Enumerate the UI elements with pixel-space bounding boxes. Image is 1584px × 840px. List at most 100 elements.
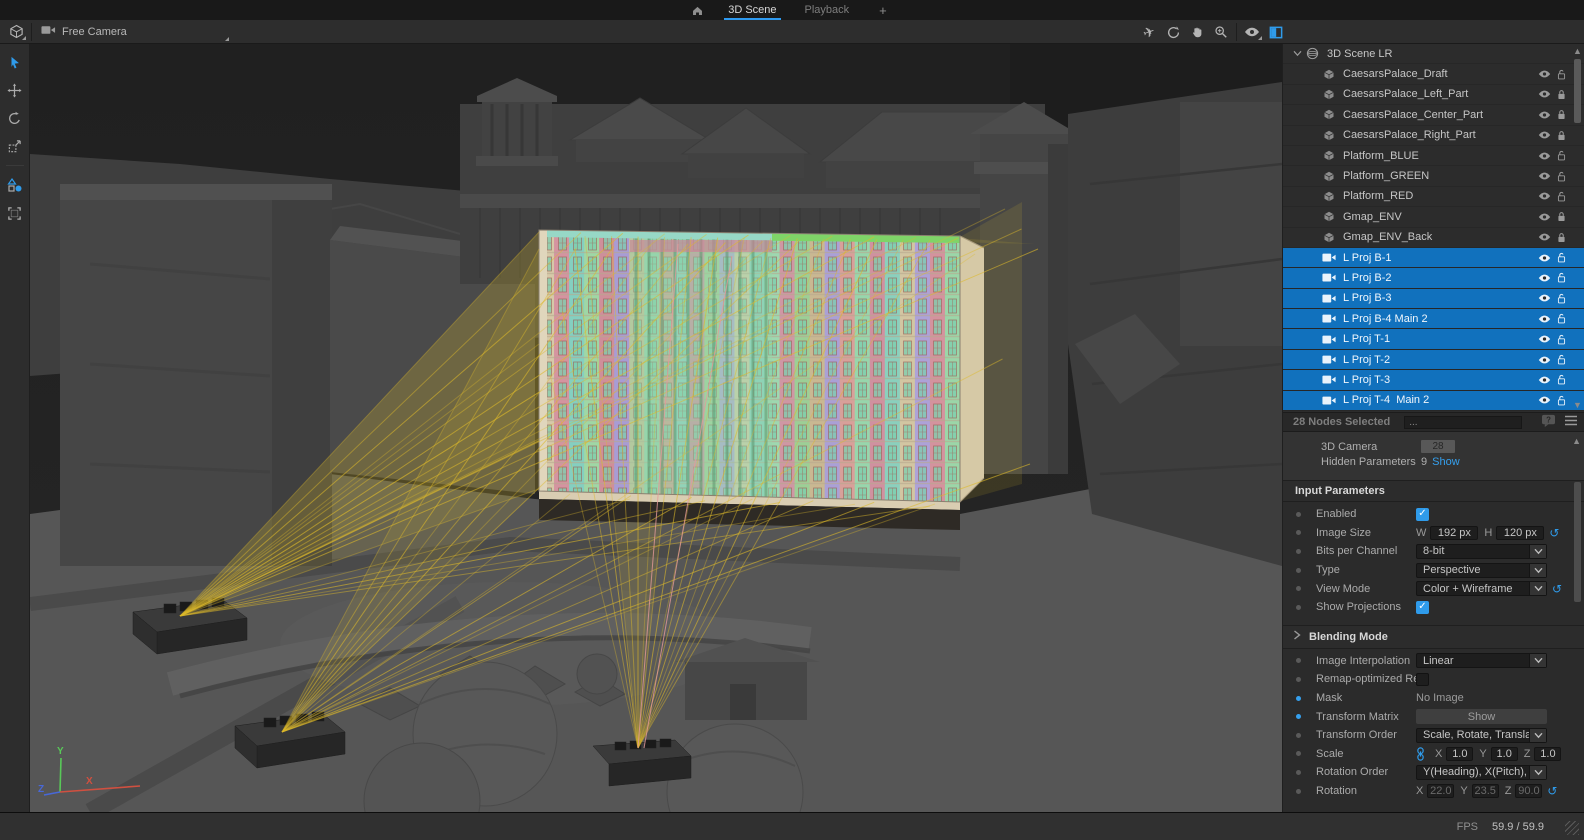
eye-icon[interactable]	[1536, 232, 1553, 242]
eye-icon[interactable]	[1536, 151, 1553, 161]
tree-item[interactable]: CaesarsPalace_Left_Part	[1283, 85, 1584, 105]
eye-icon[interactable]	[1536, 89, 1553, 99]
tab-3d-scene[interactable]: 3D Scene	[724, 0, 780, 20]
eye-icon[interactable]	[1536, 273, 1553, 283]
lock-open-icon[interactable]	[1553, 373, 1570, 386]
add-tab-button[interactable]: +	[873, 3, 893, 18]
axis-value[interactable]: 90.0	[1515, 784, 1542, 798]
region-tool-icon[interactable]	[3, 201, 27, 225]
eye-icon[interactable]	[1536, 110, 1553, 120]
lock-closed-icon[interactable]	[1553, 129, 1570, 142]
reset-icon[interactable]: ↺	[1547, 785, 1557, 797]
eye-icon[interactable]	[1536, 314, 1553, 324]
lock-open-icon[interactable]	[1553, 333, 1570, 346]
tree-item[interactable]: L Proj T-1	[1283, 329, 1584, 349]
axis-value[interactable]: 1.0	[1491, 747, 1518, 761]
tree-item[interactable]: L Proj T-3	[1283, 370, 1584, 390]
tree-item[interactable]: L Proj T-2	[1283, 350, 1584, 370]
select-tool-icon[interactable]	[3, 50, 27, 74]
axis-value[interactable]: 1.0	[1534, 747, 1561, 761]
dropdown[interactable]: Perspective	[1416, 563, 1547, 578]
dropdown[interactable]: 8-bit	[1416, 544, 1547, 559]
tree-scrollbar[interactable]: ▲▼	[1573, 47, 1582, 409]
link-icon[interactable]	[1416, 747, 1425, 761]
eye-icon[interactable]	[1536, 171, 1553, 181]
lock-open-icon[interactable]	[1553, 292, 1570, 305]
axis-value[interactable]: 23.5	[1472, 784, 1499, 798]
axis-value[interactable]: 1.0	[1446, 747, 1473, 761]
tree-item[interactable]: Platform_BLUE	[1283, 146, 1584, 166]
reset-icon[interactable]: ↺	[1549, 527, 1559, 539]
tree-item[interactable]: CaesarsPalace_Center_Part	[1283, 105, 1584, 125]
eye-icon[interactable]	[1536, 395, 1553, 405]
checkbox[interactable]	[1416, 673, 1429, 686]
panel-scrollbar[interactable]	[1573, 480, 1582, 806]
viewport-3d[interactable]: Y X Z	[30, 44, 1282, 812]
lock-open-icon[interactable]	[1553, 353, 1570, 366]
eye-icon[interactable]	[1536, 212, 1553, 222]
tab-playback[interactable]: Playback	[801, 0, 854, 20]
pan-tool-icon[interactable]	[1185, 22, 1209, 42]
lock-open-icon[interactable]	[1553, 190, 1570, 203]
eye-icon[interactable]	[1536, 191, 1553, 201]
lock-closed-icon[interactable]	[1553, 210, 1570, 223]
lock-closed-icon[interactable]	[1553, 88, 1570, 101]
lock-closed-icon[interactable]	[1553, 108, 1570, 121]
dropdown[interactable]: Linear	[1416, 653, 1547, 668]
lock-closed-icon[interactable]	[1553, 231, 1570, 244]
dropdown[interactable]: Scale, Rotate, Translate	[1416, 728, 1547, 743]
lock-open-icon[interactable]	[1553, 170, 1570, 183]
home-icon[interactable]	[691, 4, 704, 17]
tree-item[interactable]: Gmap_ENV_Back	[1283, 228, 1584, 248]
size-value[interactable]: 120 px	[1496, 526, 1544, 540]
resize-grip[interactable]	[1565, 821, 1579, 835]
lock-open-icon[interactable]	[1553, 149, 1570, 162]
eye-icon[interactable]	[1536, 69, 1553, 79]
tree-item[interactable]: CaesarsPalace_Right_Part	[1283, 126, 1584, 146]
lock-open-icon[interactable]	[1553, 68, 1570, 81]
eye-icon[interactable]	[1536, 293, 1553, 303]
tree-item[interactable]: L Proj B-1	[1283, 248, 1584, 268]
tree-item[interactable]: L Proj B-4 Main 2	[1283, 309, 1584, 329]
eye-icon[interactable]	[1536, 253, 1553, 263]
scroll-down-icon[interactable]: ▼	[1573, 401, 1582, 409]
reset-icon[interactable]: ↺	[1552, 583, 1562, 595]
tree-item[interactable]: L Proj T-4 Main 2	[1283, 391, 1584, 411]
menu-icon[interactable]	[1564, 415, 1578, 429]
tree-item[interactable]: L Proj B-3	[1283, 289, 1584, 309]
tree-item[interactable]: Gmap_ENV	[1283, 207, 1584, 227]
chevron-down-icon[interactable]	[1293, 50, 1305, 57]
scroll-up-icon[interactable]: ▲	[1572, 436, 1581, 446]
scene-menu-button[interactable]	[4, 22, 28, 42]
lock-open-icon[interactable]	[1553, 271, 1570, 284]
zoom-tool-icon[interactable]	[1209, 22, 1233, 42]
eye-icon[interactable]	[1536, 375, 1553, 385]
scale-tool-icon[interactable]	[3, 134, 27, 158]
tree-root-item[interactable]: 3D Scene LR	[1283, 44, 1584, 64]
lock-open-icon[interactable]	[1553, 312, 1570, 325]
shapes-tool-icon[interactable]	[3, 173, 27, 197]
lock-open-icon[interactable]	[1553, 394, 1570, 407]
tree-item[interactable]: Platform_GREEN	[1283, 166, 1584, 186]
show-hidden-link[interactable]: Show	[1432, 456, 1460, 468]
tree-item[interactable]: CaesarsPalace_Draft	[1283, 64, 1584, 84]
visibility-options-icon[interactable]	[1240, 22, 1264, 42]
tree-item[interactable]: Platform_RED	[1283, 187, 1584, 207]
panel-toggle-icon[interactable]	[1264, 22, 1288, 42]
lock-open-icon[interactable]	[1553, 251, 1570, 264]
axis-value[interactable]: 22.0	[1427, 784, 1454, 798]
tree-item[interactable]: L Proj B-2	[1283, 268, 1584, 288]
dropdown[interactable]: Color + Wireframe	[1416, 581, 1547, 596]
section-blending-mode[interactable]: Blending Mode	[1283, 625, 1584, 649]
fly-tool-icon[interactable]: ✈	[1137, 22, 1161, 42]
orbit-tool-icon[interactable]	[1161, 22, 1185, 42]
eye-icon[interactable]	[1536, 130, 1553, 140]
node-name-field[interactable]: ...	[1404, 416, 1522, 429]
eye-icon[interactable]	[1536, 334, 1553, 344]
scroll-up-icon[interactable]: ▲	[1573, 47, 1582, 55]
dropdown[interactable]: Y(Heading), X(Pitch), Z(B	[1416, 765, 1547, 780]
move-tool-icon[interactable]	[3, 78, 27, 102]
checkbox[interactable]: ✓	[1416, 601, 1429, 614]
eye-icon[interactable]	[1536, 355, 1553, 365]
size-value[interactable]: 192 px	[1430, 526, 1478, 540]
